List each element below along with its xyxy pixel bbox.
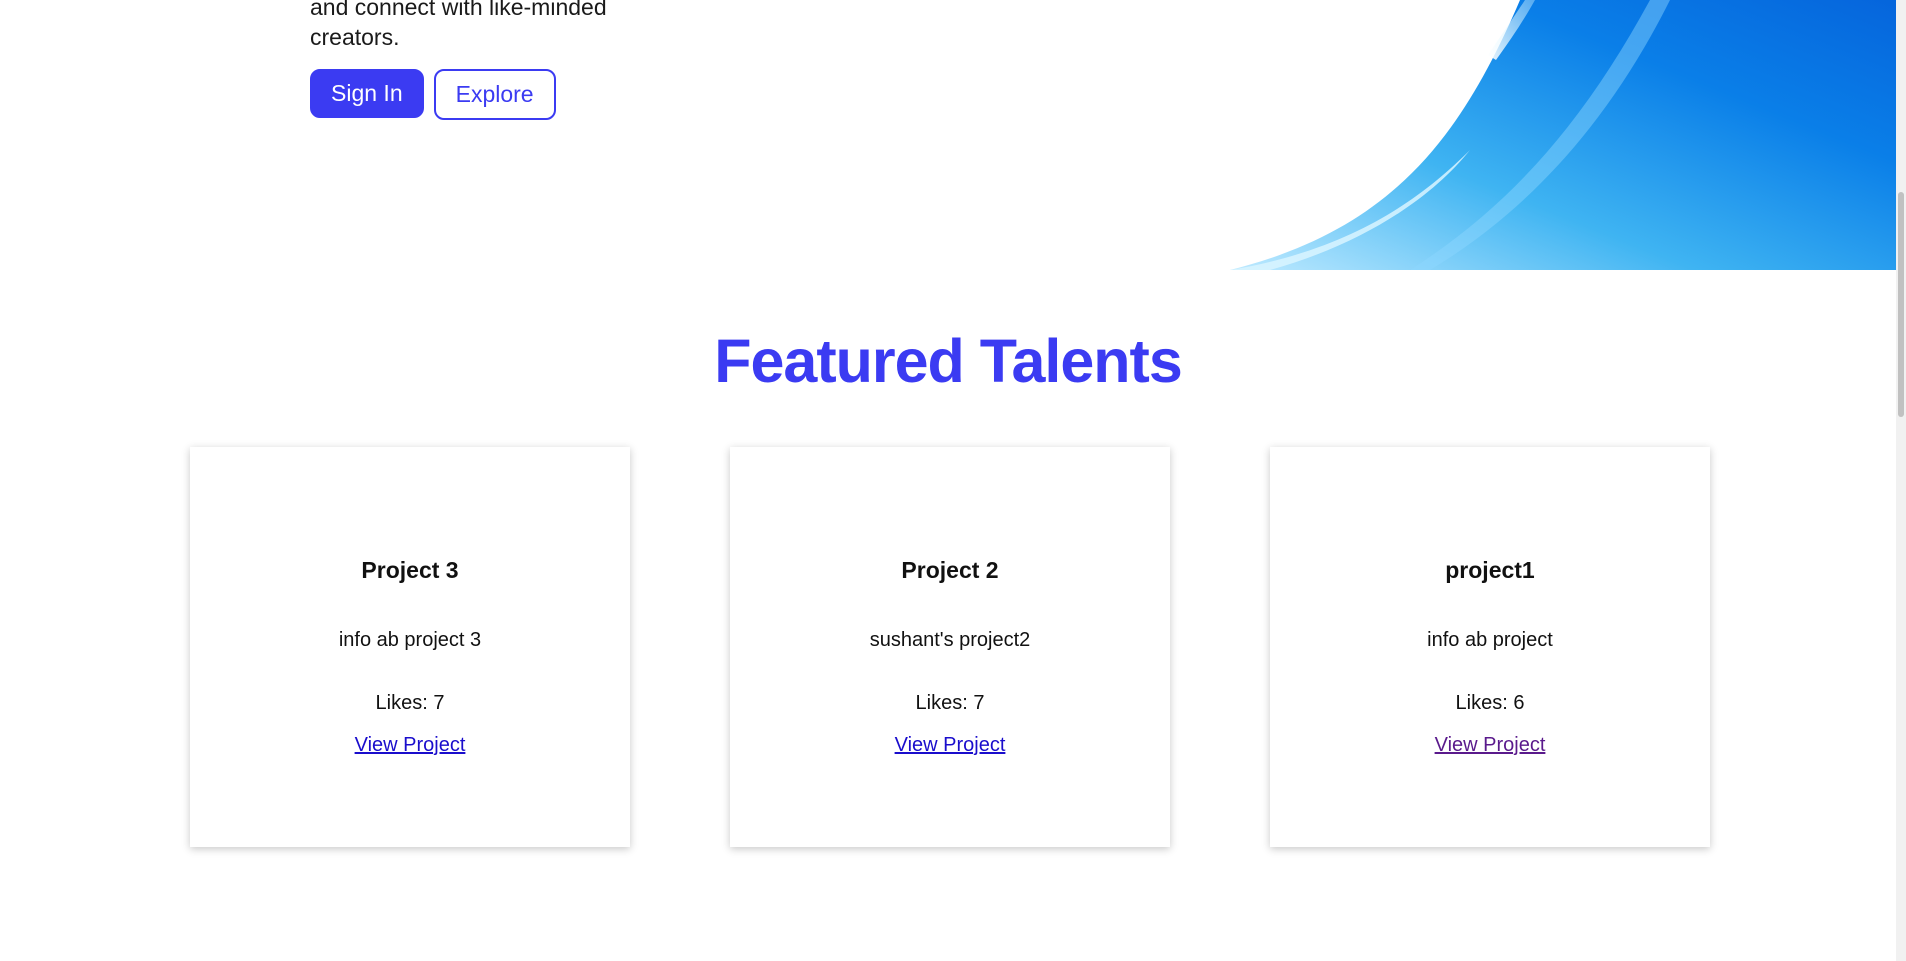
project-likes: Likes: 7 [375,692,445,714]
project-card: Project 3 info ab project 3 Likes: 7 Vie… [190,447,630,847]
project-likes: Likes: 7 [915,692,985,714]
hero-wave-graphic [1230,0,1896,270]
scrollbar-thumb[interactable] [1898,192,1904,417]
project-card: Project 2 sushant's project2 Likes: 7 Vi… [730,447,1170,847]
explore-button[interactable]: Explore [433,69,556,120]
hero-actions: Sign In Explore [310,69,556,120]
project-description: sushant's project2 [869,629,1031,651]
view-project-link[interactable]: View Project [895,734,1006,757]
project-title: Project 3 [361,557,459,583]
hero-section: and connect with like-minded creators. S… [0,0,1896,270]
project-title: Project 2 [901,557,999,583]
project-likes: Likes: 6 [1455,692,1525,714]
page: and connect with like-minded creators. S… [0,0,1906,961]
featured-cards: Project 3 info ab project 3 Likes: 7 Vie… [190,447,1710,847]
project-title: project1 [1445,557,1535,583]
view-project-link[interactable]: View Project [1435,734,1546,757]
view-project-link[interactable]: View Project [355,734,466,757]
hero-text-line: creators. [310,24,400,50]
project-card: project1 info ab project Likes: 6 View P… [1270,447,1710,847]
project-description: info ab project 3 [338,629,482,651]
project-description: info ab project [1427,629,1553,651]
featured-talents-heading: Featured Talents [714,327,1183,395]
sign-in-button[interactable]: Sign In [310,69,424,118]
hero-text-line: and connect with like-minded [310,0,607,20]
page-scrollbar[interactable] [1896,0,1906,961]
hero-description: and connect with like-minded creators. [310,0,670,52]
